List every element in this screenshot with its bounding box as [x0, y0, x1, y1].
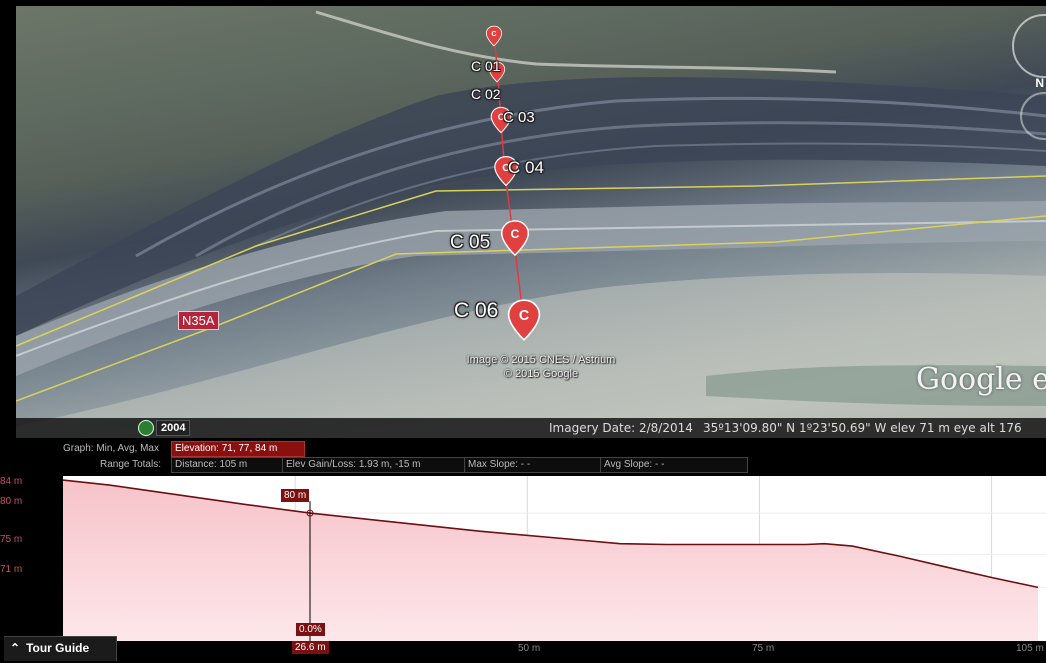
placemark-label-c05[interactable]: C 05	[450, 232, 490, 254]
cursor-distance-label: 26.6 m	[292, 641, 329, 654]
road-label-n35a[interactable]: N35A	[178, 311, 219, 330]
google-earth-window: N C C C C C C 01 C 02 C 03 C 04 C 05 C 0…	[0, 0, 1046, 663]
max-slope: Max Slope: - -	[464, 457, 602, 473]
x-tick-50: 50 m	[518, 643, 541, 654]
x-tick-75: 75 m	[752, 643, 775, 654]
y-tick-84: 84 m	[0, 476, 23, 487]
elevation-chart-svg[interactable]	[63, 476, 1046, 641]
placemark-pin-c05: C	[500, 220, 530, 257]
attribution-cnes: Image © 2015 CNES / Astrium	[466, 354, 616, 366]
tour-guide-button[interactable]: ⌃ Tour Guide	[4, 636, 117, 661]
elevation-area	[63, 480, 1038, 641]
placemark-label-c03[interactable]: C 03	[503, 109, 535, 126]
avg-slope: Avg Slope: - -	[600, 457, 748, 473]
distance-total: Distance: 105 m	[171, 457, 283, 473]
placemark-pin-c01: C	[485, 25, 503, 47]
cursor-slope-label: 0.0%	[296, 623, 325, 636]
x-tick-105: 105 m	[1016, 643, 1044, 654]
map-view[interactable]: N C C C C C C 01 C 02 C 03 C 04 C 05 C 0…	[16, 6, 1046, 438]
placemark-label-c01[interactable]: C 01	[471, 58, 501, 74]
svg-text:C: C	[491, 30, 496, 38]
range-totals-label: Range Totals:	[100, 459, 161, 470]
imagery-date: Imagery Date: 2/8/2014	[549, 421, 693, 435]
imagery-attribution: Image © 2015 CNES / Astrium © 2015 Googl…	[456, 353, 626, 381]
map-status-bar: 2004 Imagery Date: 2/8/2014 35º13'09.80"…	[16, 418, 1046, 438]
elev-gain-loss: Elev Gain/Loss: 1.93 m, -15 m	[282, 457, 465, 473]
y-tick-75: 75 m	[0, 534, 23, 545]
attribution-google: © 2015 Google	[503, 368, 579, 380]
svg-text:C: C	[519, 308, 529, 324]
placemark-label-c04[interactable]: C 04	[508, 158, 544, 178]
chevron-up-icon: ⌃	[10, 641, 21, 655]
historical-imagery-clock-icon[interactable]	[138, 420, 154, 436]
cursor-elevation-label: 80 m	[281, 489, 310, 502]
cursor-coordinates: 35º13'09.80" N 1º23'50.69" W elev 71 m e…	[703, 421, 1022, 435]
historical-imagery-year[interactable]: 2004	[156, 420, 191, 436]
google-earth-logo: Google ea	[916, 362, 1046, 397]
placemark-pin-c06: C	[507, 299, 541, 341]
elevation-summary: Elevation: 71, 77, 84 m	[171, 441, 305, 457]
graph-label: Graph: Min, Avg, Max	[63, 443, 159, 454]
tour-guide-label: Tour Guide	[26, 641, 90, 655]
elevation-profile-panel: Graph: Min, Avg, Max Elevation: 71, 77, …	[0, 438, 1046, 663]
placemark-label-c06[interactable]: C 06	[454, 299, 498, 323]
svg-text:C: C	[511, 227, 520, 241]
y-tick-80: 80 m	[0, 496, 23, 507]
elevation-chart[interactable]	[63, 476, 1046, 641]
y-tick-71: 71 m	[0, 564, 23, 575]
placemark-label-c02[interactable]: C 02	[471, 86, 501, 102]
